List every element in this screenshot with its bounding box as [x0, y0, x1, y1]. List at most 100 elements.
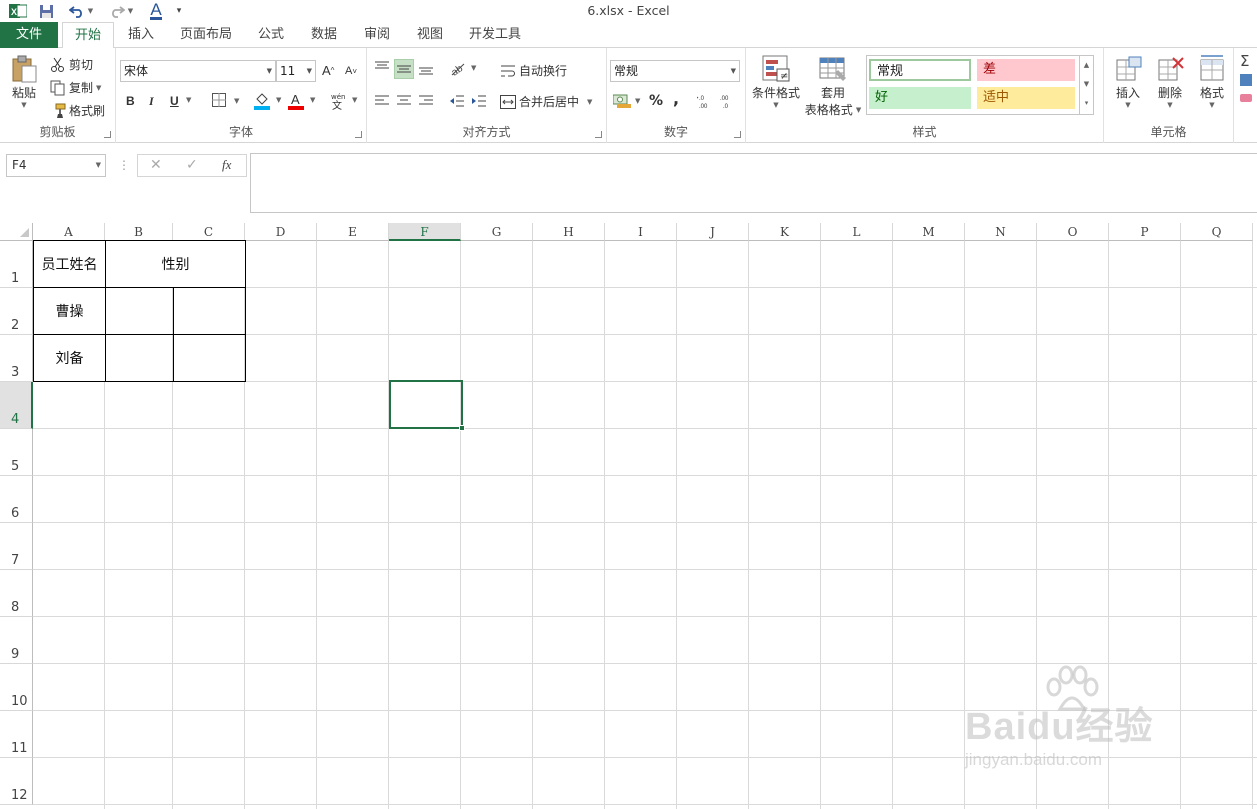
comma-button[interactable]: , — [673, 89, 679, 108]
paste-button[interactable]: 粘贴 ▼ — [6, 54, 42, 109]
format-cells-button[interactable]: 格式 ▼ — [1194, 54, 1230, 109]
column-header-a[interactable]: A — [33, 223, 105, 241]
merge-center-button[interactable]: 合并后居中 ▼ — [500, 93, 592, 110]
increase-decimal-icon[interactable]: .0.00 — [697, 93, 715, 109]
bold-button[interactable]: B — [126, 94, 135, 108]
tab-formulas[interactable]: 公式 — [249, 22, 293, 48]
row-header-3[interactable]: 3 — [0, 335, 33, 382]
style-normal[interactable]: 常规 — [869, 59, 971, 81]
format-painter-button[interactable]: 格式刷 — [50, 102, 105, 119]
tab-page-layout[interactable]: 页面布局 — [172, 22, 240, 48]
tab-developer[interactable]: 开发工具 — [462, 22, 528, 48]
worksheet-grid[interactable]: ABCDEFGHIJKLMNOPQ 1 2 3 4 5 6 7 8 9 10 11 12 员工姓名 性… — [0, 223, 1257, 809]
underline-button[interactable]: U — [170, 94, 179, 108]
row-header-8[interactable]: 8 — [0, 570, 33, 617]
cell-a2[interactable]: 曹操 — [34, 288, 105, 334]
wrap-text-button[interactable]: 自动换行 — [500, 62, 567, 79]
align-middle-button[interactable] — [394, 59, 414, 79]
enter-formula-button[interactable]: ✓ — [186, 157, 198, 173]
column-header-m[interactable]: M — [893, 223, 965, 241]
cell-b1-merged[interactable]: 性别 — [106, 241, 245, 287]
row-header-12[interactable]: 12 — [0, 758, 33, 805]
align-right-button[interactable] — [418, 93, 437, 109]
insert-function-button[interactable]: fx — [222, 157, 231, 173]
italic-button[interactable]: I — [149, 94, 154, 109]
decrease-indent-button[interactable] — [449, 93, 468, 109]
number-launcher-icon[interactable] — [734, 131, 741, 138]
font-launcher-icon[interactable] — [355, 131, 362, 138]
formula-bar-grip-icon[interactable]: ⋮ — [118, 158, 130, 172]
clear-icon[interactable] — [1240, 94, 1252, 102]
format-as-table-button[interactable]: 套用 表格格式 ▼ — [804, 54, 862, 118]
column-header-j[interactable]: J — [677, 223, 749, 241]
row-header-7[interactable]: 7 — [0, 523, 33, 570]
row-header-4[interactable]: 4 — [0, 382, 33, 429]
cell-a3[interactable]: 刘备 — [34, 335, 105, 381]
increase-indent-button[interactable] — [471, 93, 490, 109]
clipboard-launcher-icon[interactable] — [104, 131, 111, 138]
column-header-b[interactable]: B — [105, 223, 173, 241]
phonetic-button[interactable]: wén 文 ▼ — [330, 92, 357, 112]
column-header-c[interactable]: C — [173, 223, 245, 241]
align-center-button[interactable] — [396, 93, 415, 109]
column-header-q[interactable]: Q — [1181, 223, 1253, 241]
row-header-2[interactable]: 2 — [0, 288, 33, 335]
alignment-launcher-icon[interactable] — [595, 131, 602, 138]
row-header-11[interactable]: 11 — [0, 711, 33, 758]
orientation-button[interactable]: ab▼ — [449, 60, 477, 79]
style-good[interactable]: 好 — [869, 87, 971, 109]
tab-review[interactable]: 审阅 — [355, 22, 399, 48]
column-header-l[interactable]: L — [821, 223, 893, 241]
column-header-k[interactable]: K — [749, 223, 821, 241]
column-header-g[interactable]: G — [461, 223, 533, 241]
tab-file[interactable]: 文件 — [0, 22, 58, 48]
column-header-f[interactable]: F — [389, 223, 461, 241]
font-color-button[interactable]: A ▼ — [288, 92, 315, 110]
align-bottom-button[interactable] — [418, 60, 437, 76]
column-header-h[interactable]: H — [533, 223, 605, 241]
formula-input[interactable] — [250, 153, 1257, 213]
row-header-9[interactable]: 9 — [0, 617, 33, 664]
grow-font-icon[interactable]: A ^ — [322, 63, 334, 78]
decrease-decimal-icon[interactable]: .00.0 — [719, 93, 737, 109]
percent-button[interactable]: % — [649, 93, 663, 109]
tab-view[interactable]: 视图 — [408, 22, 452, 48]
copy-button[interactable]: 复制 ▼ — [50, 79, 101, 96]
cell-a1[interactable]: 员工姓名 — [34, 241, 105, 287]
tab-data[interactable]: 数据 — [302, 22, 346, 48]
borders-button[interactable]: ▼ — [212, 93, 239, 109]
insert-cells-button[interactable]: 插入 ▼ — [1110, 54, 1146, 109]
delete-cells-button[interactable]: 删除 ▼ — [1152, 54, 1188, 109]
row-header-10[interactable]: 10 — [0, 664, 33, 711]
font-name-select[interactable]: 宋体 ▼ — [120, 60, 276, 82]
column-header-o[interactable]: O — [1037, 223, 1109, 241]
cancel-formula-button[interactable]: ✕ — [150, 157, 162, 173]
styles-gallery-scroll[interactable]: ▲ ▼ ▾ — [1079, 56, 1093, 114]
column-header-n[interactable]: N — [965, 223, 1037, 241]
shrink-font-icon[interactable]: A ˅ — [345, 65, 357, 77]
style-bad[interactable]: 差 — [977, 59, 1075, 81]
conditional-formatting-button[interactable]: ≠ 条件格式 ▼ — [752, 54, 800, 109]
column-header-p[interactable]: P — [1109, 223, 1181, 241]
tab-insert[interactable]: 插入 — [118, 22, 164, 48]
fill-color-button[interactable]: ▼ — [254, 92, 281, 110]
align-top-button[interactable] — [374, 60, 393, 76]
style-neutral[interactable]: 适中 — [977, 87, 1075, 109]
tab-home[interactable]: 开始 — [62, 22, 114, 49]
number-format-select[interactable]: 常规 ▼ — [610, 60, 740, 82]
autosum-icon[interactable]: Σ — [1240, 52, 1257, 70]
column-header-e[interactable]: E — [317, 223, 389, 241]
name-box[interactable]: F4 ▼ — [6, 154, 106, 177]
select-all-corner[interactable] — [0, 223, 33, 241]
align-left-button[interactable] — [374, 93, 393, 109]
column-header-d[interactable]: D — [245, 223, 317, 241]
column-header-i[interactable]: I — [605, 223, 677, 241]
fill-icon[interactable] — [1240, 74, 1252, 86]
accounting-format-button[interactable]: ▼ — [612, 93, 640, 109]
underline-dropdown-icon[interactable]: ▼ — [183, 96, 191, 104]
active-cell-outline[interactable] — [389, 380, 463, 429]
cut-button[interactable]: 剪切 — [50, 56, 93, 73]
row-header-1[interactable]: 1 — [0, 241, 33, 288]
fill-handle[interactable] — [459, 425, 465, 431]
row-header-5[interactable]: 5 — [0, 429, 33, 476]
